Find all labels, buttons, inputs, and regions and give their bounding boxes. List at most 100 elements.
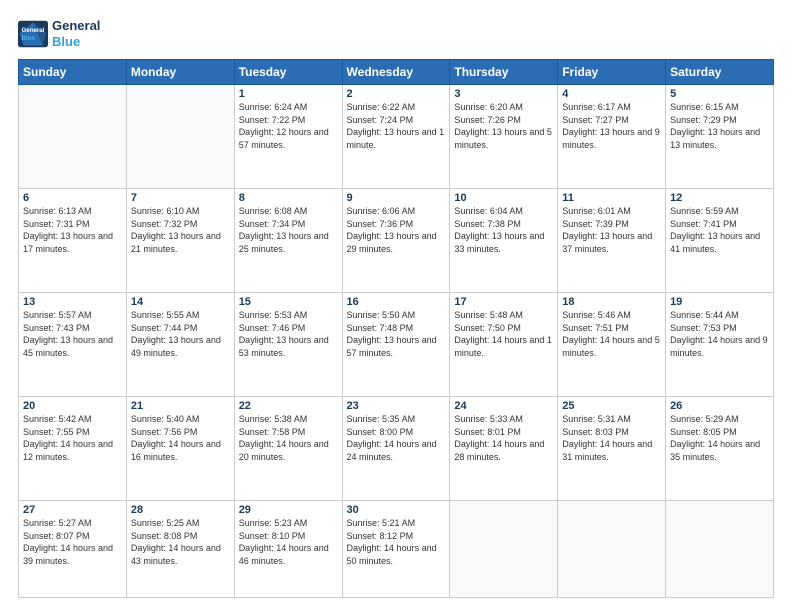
day-number: 24 [454,400,553,412]
cell-info: Sunrise: 5:57 AM Sunset: 7:43 PM Dayligh… [23,309,122,359]
calendar-cell: 19Sunrise: 5:44 AM Sunset: 7:53 PM Dayli… [666,293,774,397]
svg-text:General: General [22,27,45,34]
day-number: 20 [23,400,122,412]
cell-info: Sunrise: 5:21 AM Sunset: 8:12 PM Dayligh… [347,517,446,567]
calendar-cell: 6Sunrise: 6:13 AM Sunset: 7:31 PM Daylig… [19,189,127,293]
cell-info: Sunrise: 5:40 AM Sunset: 7:56 PM Dayligh… [131,413,230,463]
day-number: 4 [562,88,661,100]
cell-info: Sunrise: 5:42 AM Sunset: 7:55 PM Dayligh… [23,413,122,463]
calendar-cell: 15Sunrise: 5:53 AM Sunset: 7:46 PM Dayli… [234,293,342,397]
calendar-table: SundayMondayTuesdayWednesdayThursdayFrid… [18,59,774,598]
cell-info: Sunrise: 5:55 AM Sunset: 7:44 PM Dayligh… [131,309,230,359]
weekday-header-row: SundayMondayTuesdayWednesdayThursdayFrid… [19,60,774,85]
day-number: 9 [347,192,446,204]
logo: General Blue General Blue [18,18,100,49]
calendar-cell: 1Sunrise: 6:24 AM Sunset: 7:22 PM Daylig… [234,85,342,189]
day-number: 12 [670,192,769,204]
calendar-cell: 14Sunrise: 5:55 AM Sunset: 7:44 PM Dayli… [126,293,234,397]
calendar-cell: 22Sunrise: 5:38 AM Sunset: 7:58 PM Dayli… [234,397,342,501]
day-number: 29 [239,504,338,516]
day-number: 19 [670,296,769,308]
calendar-cell: 17Sunrise: 5:48 AM Sunset: 7:50 PM Dayli… [450,293,558,397]
day-number: 22 [239,400,338,412]
logo-text: General Blue [52,18,100,49]
calendar-cell: 29Sunrise: 5:23 AM Sunset: 8:10 PM Dayli… [234,501,342,598]
cell-info: Sunrise: 5:27 AM Sunset: 8:07 PM Dayligh… [23,517,122,567]
calendar-cell: 13Sunrise: 5:57 AM Sunset: 7:43 PM Dayli… [19,293,127,397]
page: General Blue General Blue SundayMondayTu… [0,0,792,612]
weekday-header-tuesday: Tuesday [234,60,342,85]
calendar-cell: 11Sunrise: 6:01 AM Sunset: 7:39 PM Dayli… [558,189,666,293]
cell-info: Sunrise: 5:35 AM Sunset: 8:00 PM Dayligh… [347,413,446,463]
calendar-cell: 23Sunrise: 5:35 AM Sunset: 8:00 PM Dayli… [342,397,450,501]
day-number: 26 [670,400,769,412]
day-number: 15 [239,296,338,308]
day-number: 5 [670,88,769,100]
calendar-cell: 24Sunrise: 5:33 AM Sunset: 8:01 PM Dayli… [450,397,558,501]
calendar-cell: 20Sunrise: 5:42 AM Sunset: 7:55 PM Dayli… [19,397,127,501]
cell-info: Sunrise: 6:22 AM Sunset: 7:24 PM Dayligh… [347,101,446,151]
day-number: 3 [454,88,553,100]
cell-info: Sunrise: 6:15 AM Sunset: 7:29 PM Dayligh… [670,101,769,151]
day-number: 16 [347,296,446,308]
day-number: 1 [239,88,338,100]
cell-info: Sunrise: 6:24 AM Sunset: 7:22 PM Dayligh… [239,101,338,151]
day-number: 6 [23,192,122,204]
weekday-header-friday: Friday [558,60,666,85]
weekday-header-sunday: Sunday [19,60,127,85]
day-number: 27 [23,504,122,516]
day-number: 18 [562,296,661,308]
calendar-cell [19,85,127,189]
weekday-header-monday: Monday [126,60,234,85]
day-number: 11 [562,192,661,204]
day-number: 28 [131,504,230,516]
weekday-header-thursday: Thursday [450,60,558,85]
day-number: 7 [131,192,230,204]
cell-info: Sunrise: 6:08 AM Sunset: 7:34 PM Dayligh… [239,205,338,255]
cell-info: Sunrise: 5:29 AM Sunset: 8:05 PM Dayligh… [670,413,769,463]
calendar-cell: 21Sunrise: 5:40 AM Sunset: 7:56 PM Dayli… [126,397,234,501]
day-number: 14 [131,296,230,308]
cell-info: Sunrise: 5:50 AM Sunset: 7:48 PM Dayligh… [347,309,446,359]
cell-info: Sunrise: 6:04 AM Sunset: 7:38 PM Dayligh… [454,205,553,255]
calendar-cell: 2Sunrise: 6:22 AM Sunset: 7:24 PM Daylig… [342,85,450,189]
cell-info: Sunrise: 6:10 AM Sunset: 7:32 PM Dayligh… [131,205,230,255]
cell-info: Sunrise: 5:48 AM Sunset: 7:50 PM Dayligh… [454,309,553,359]
cell-info: Sunrise: 6:13 AM Sunset: 7:31 PM Dayligh… [23,205,122,255]
logo-icon: General Blue [18,20,48,48]
cell-info: Sunrise: 5:59 AM Sunset: 7:41 PM Dayligh… [670,205,769,255]
calendar-cell: 18Sunrise: 5:46 AM Sunset: 7:51 PM Dayli… [558,293,666,397]
weekday-header-wednesday: Wednesday [342,60,450,85]
svg-text:Blue: Blue [22,35,36,42]
calendar-cell: 3Sunrise: 6:20 AM Sunset: 7:26 PM Daylig… [450,85,558,189]
week-row-5: 27Sunrise: 5:27 AM Sunset: 8:07 PM Dayli… [19,501,774,598]
calendar-cell [126,85,234,189]
calendar-cell: 27Sunrise: 5:27 AM Sunset: 8:07 PM Dayli… [19,501,127,598]
cell-info: Sunrise: 5:33 AM Sunset: 8:01 PM Dayligh… [454,413,553,463]
cell-info: Sunrise: 6:01 AM Sunset: 7:39 PM Dayligh… [562,205,661,255]
day-number: 23 [347,400,446,412]
calendar-cell [666,501,774,598]
calendar-cell: 12Sunrise: 5:59 AM Sunset: 7:41 PM Dayli… [666,189,774,293]
cell-info: Sunrise: 5:46 AM Sunset: 7:51 PM Dayligh… [562,309,661,359]
calendar-cell: 5Sunrise: 6:15 AM Sunset: 7:29 PM Daylig… [666,85,774,189]
day-number: 10 [454,192,553,204]
day-number: 2 [347,88,446,100]
calendar-cell: 9Sunrise: 6:06 AM Sunset: 7:36 PM Daylig… [342,189,450,293]
cell-info: Sunrise: 6:20 AM Sunset: 7:26 PM Dayligh… [454,101,553,151]
calendar-cell [558,501,666,598]
cell-info: Sunrise: 6:06 AM Sunset: 7:36 PM Dayligh… [347,205,446,255]
week-row-3: 13Sunrise: 5:57 AM Sunset: 7:43 PM Dayli… [19,293,774,397]
day-number: 17 [454,296,553,308]
week-row-2: 6Sunrise: 6:13 AM Sunset: 7:31 PM Daylig… [19,189,774,293]
calendar-cell: 26Sunrise: 5:29 AM Sunset: 8:05 PM Dayli… [666,397,774,501]
calendar-cell: 30Sunrise: 5:21 AM Sunset: 8:12 PM Dayli… [342,501,450,598]
calendar-cell: 16Sunrise: 5:50 AM Sunset: 7:48 PM Dayli… [342,293,450,397]
calendar-cell: 4Sunrise: 6:17 AM Sunset: 7:27 PM Daylig… [558,85,666,189]
cell-info: Sunrise: 5:38 AM Sunset: 7:58 PM Dayligh… [239,413,338,463]
calendar-cell: 10Sunrise: 6:04 AM Sunset: 7:38 PM Dayli… [450,189,558,293]
calendar-cell [450,501,558,598]
header: General Blue General Blue [18,18,774,49]
week-row-4: 20Sunrise: 5:42 AM Sunset: 7:55 PM Dayli… [19,397,774,501]
calendar-cell: 25Sunrise: 5:31 AM Sunset: 8:03 PM Dayli… [558,397,666,501]
